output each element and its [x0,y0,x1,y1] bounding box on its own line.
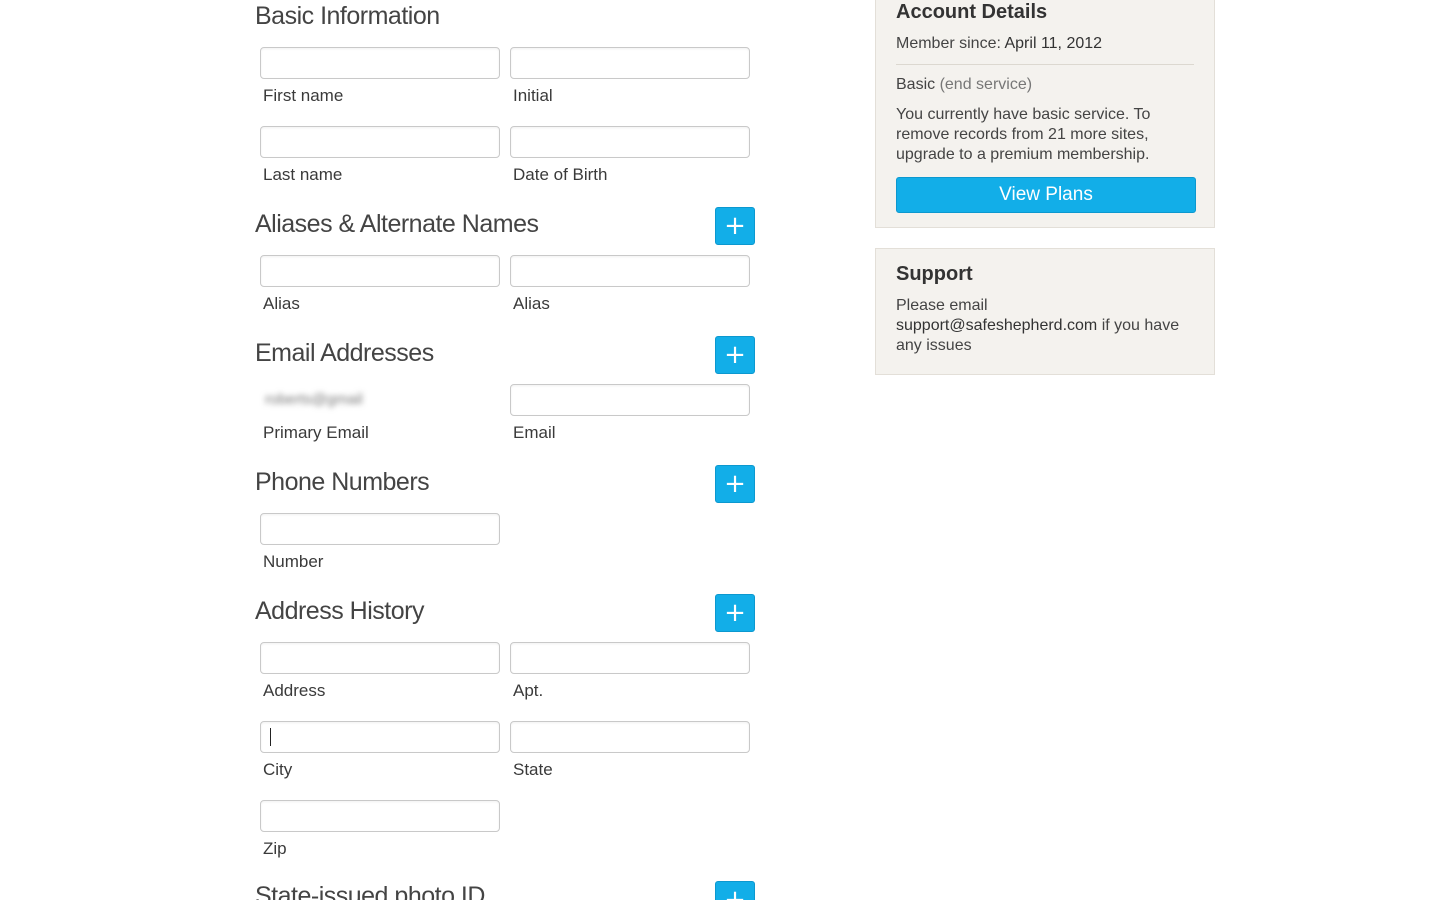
first-name-label: First name [263,86,344,105]
email-input[interactable] [510,384,750,416]
email-field: Email [510,384,750,443]
zip-label: Zip [263,839,287,858]
photo-id-title: State-issued photo ID [255,882,485,900]
phone-numbers-title: Phone Numbers [255,468,430,496]
city-label: City [263,760,293,779]
support-panel: Support Please email support@safeshepher… [875,248,1215,375]
first-name-input[interactable] [260,47,500,79]
aliases-title: Aliases & Alternate Names [255,210,539,238]
initial-label: Initial [513,86,553,105]
primary-email-label: Primary Email [263,423,369,442]
member-since: Member since: April 11, 2012 [896,34,1194,54]
phone-number-label: Number [263,552,324,571]
add-phone-button[interactable]: + [715,465,755,503]
primary-email-field: roberts@gmail Primary Email [260,384,500,443]
state-field: State [510,721,750,780]
date-of-birth-field: Date of Birth [510,126,750,185]
end-service-link[interactable]: (end service) [940,76,1032,93]
city-input-wrap [260,721,500,753]
support-text-before: Please email [896,297,988,314]
alias-field-1: Alias [260,255,500,314]
city-field: City [260,721,500,780]
city-input[interactable] [260,721,500,753]
last-name-input[interactable] [260,126,500,158]
apt-input[interactable] [510,642,750,674]
initial-field: Initial [510,47,750,106]
alias-input-1[interactable] [260,255,500,287]
state-label: State [513,760,553,779]
account-details-panel: Account Details Member since: April 11, … [875,0,1215,228]
address-field: Address [260,642,500,701]
email-label: Email [513,423,556,442]
plan-name: Basic [896,76,936,93]
phone-number-input[interactable] [260,513,500,545]
phone-number-field: Number [260,513,500,572]
date-of-birth-input[interactable] [510,126,750,158]
page: Basic Information First name Initial Las… [0,0,1440,900]
add-photo-id-button[interactable]: + [715,881,755,900]
apt-field: Apt. [510,642,750,701]
add-email-button[interactable]: + [715,336,755,374]
add-address-button[interactable]: + [715,594,755,632]
alias-input-2[interactable] [510,255,750,287]
address-history-title: Address History [255,597,424,625]
apt-label: Apt. [513,681,544,700]
plan-description: You currently have basic service. To rem… [896,106,1151,163]
date-of-birth-label: Date of Birth [513,165,608,184]
support-title: Support [896,263,973,285]
zip-field: Zip [260,800,500,859]
view-plans-button[interactable]: View Plans [896,177,1196,213]
text-cursor [270,728,271,746]
address-label: Address [263,681,326,700]
alias-field-2: Alias [510,255,750,314]
add-alias-button[interactable]: + [715,207,755,245]
last-name-field: Last name [260,126,500,185]
alias-label-2: Alias [513,294,550,313]
support-email-link[interactable]: support@safeshepherd.com [896,317,1097,334]
state-input[interactable] [510,721,750,753]
initial-input[interactable] [510,47,750,79]
primary-email-value: roberts@gmail [265,391,363,408]
member-since-value: April 11, 2012 [1004,35,1103,52]
support-text: Please email support@safeshepherd.com if… [896,296,1194,356]
first-name-field: First name [260,47,500,106]
email-addresses-title: Email Addresses [255,339,434,367]
plan-line: Basic (end service) [896,75,1194,95]
basic-information-title: Basic Information [255,2,440,30]
alias-label-1: Alias [263,294,300,313]
member-since-label: Member since: [896,35,1001,52]
last-name-label: Last name [263,165,343,184]
zip-input[interactable] [260,800,500,832]
account-divider [896,64,1194,65]
address-input[interactable] [260,642,500,674]
account-details-title: Account Details [896,1,1048,23]
